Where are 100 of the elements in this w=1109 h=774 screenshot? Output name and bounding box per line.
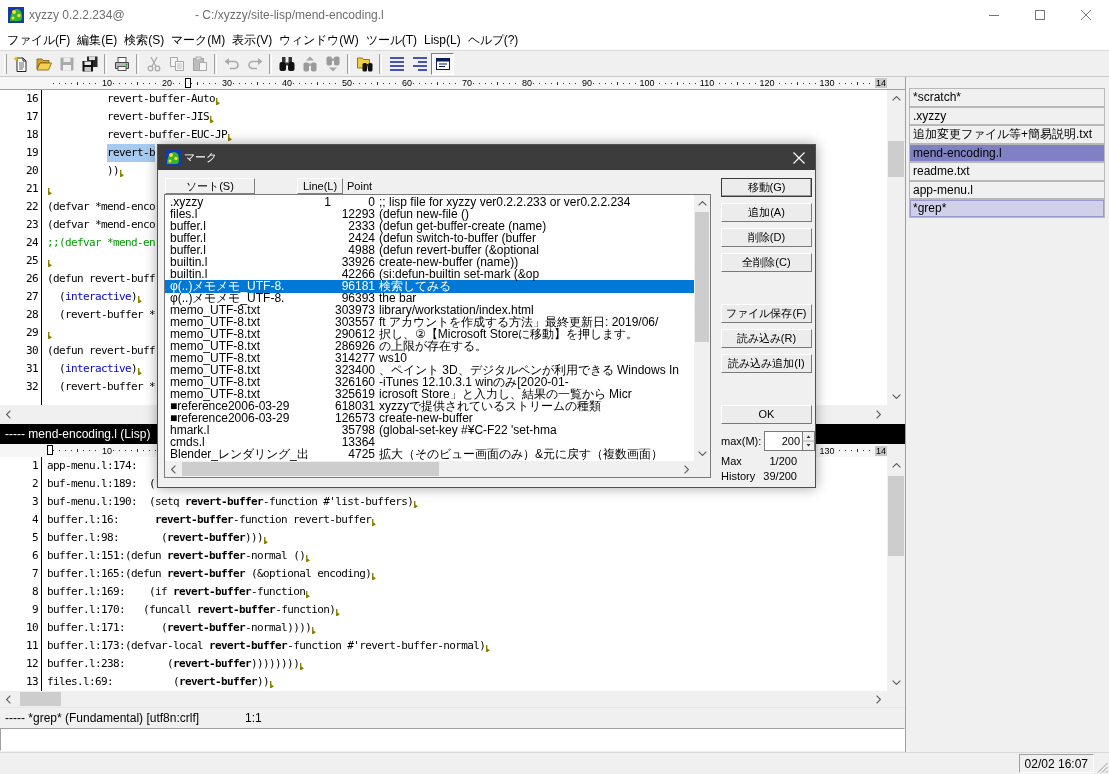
mode-line-text: ----- mend-encoding.l (Lisp) <box>5 427 151 441</box>
mark-list-item[interactable]: φ(..)メモメモ_UTF-8. 96393 the bar <box>165 292 694 304</box>
mark-list-item[interactable]: memo_UTF-8.txt 303557 ft アカウントを作成する方法」最終更新日: 2019/06/ <box>165 316 694 328</box>
code-line: revert-buffer-Auto <box>107 91 216 107</box>
line-number: 31 <box>26 361 38 377</box>
code-line: revert-buffer-JIS <box>107 109 210 125</box>
mark-list-item[interactable]: memo_UTF-8.txt 286926 の上限が存在する。 <box>165 340 694 352</box>
context-text: (defun new-file () <box>379 208 470 220</box>
buffer-name: memo_UTF-8.txt <box>170 364 260 376</box>
point-column-label: Point <box>347 180 373 192</box>
resize-grip-icon[interactable] <box>1097 762 1108 773</box>
point-position: 323400 <box>334 364 375 376</box>
spin-arrows-icon[interactable] <box>802 431 815 451</box>
buffer-tab[interactable]: *grep* <box>909 199 1105 218</box>
line-number: 30 <box>26 343 38 359</box>
max-count-input[interactable]: 200 <box>764 431 802 451</box>
buffer-name: cmds.l <box>170 436 205 448</box>
point-position: 96393 <box>341 292 375 304</box>
scrollbar-thumb[interactable] <box>695 212 709 342</box>
mark-list-item[interactable]: memo_UTF-8.txt 303973 library/workstation/index.html <box>165 304 694 316</box>
minimize-icon[interactable] <box>989 14 999 16</box>
mark-list-item[interactable]: ■reference2006-03-29 618031 xyzzyで提供されているストリームの種類 <box>165 400 694 412</box>
stat-value: 39/200 <box>763 470 797 482</box>
menu-item[interactable]: ヘルプ(?) <box>464 30 522 50</box>
dialog-button[interactable]: 読み込み追加(I) <box>721 354 812 373</box>
menu-item[interactable]: マーク(M) <box>168 30 229 50</box>
buffer-tab[interactable]: 追加変更ファイル等+簡易説明.txt <box>909 125 1105 144</box>
scrollbar-thumb[interactable] <box>888 141 904 177</box>
menu-item[interactable]: ツール(T) <box>362 30 420 50</box>
line-column-button[interactable]: Line(L) <box>297 178 343 194</box>
mark-list-item[interactable]: φ(..)メモメモ_UTF-8. 96181 検索してみる <box>165 280 694 292</box>
vertical-scrollbar[interactable] <box>694 195 710 461</box>
scrollbar-thumb[interactable] <box>182 462 439 476</box>
scrollbar-thumb[interactable] <box>20 692 61 706</box>
file-path: - C:/xyzzy/site-lisp/mend-encoding.l <box>195 8 384 22</box>
mark-list-item[interactable]: memo_UTF-8.txt 326160 -iTunes 12.10.3.1 winのみ[2020-01- <box>165 376 694 388</box>
point-position: 2424 <box>348 232 375 244</box>
buffer-tab[interactable]: *scratch* <box>909 88 1105 107</box>
grep-result-line: buf-menu.l:190: (setq revert-buffer-function #'list-buffers) <box>47 494 414 510</box>
grep-result-line: buffer.l:169: (if revert-buffer-function <box>47 584 306 600</box>
menu-item[interactable]: 編集(E) <box>74 30 121 50</box>
menu-item[interactable]: Lisp(L) <box>421 32 464 48</box>
mark-list-item[interactable]: buffer.l 2333 (defun get-buffer-create (name) <box>165 220 694 232</box>
mark-list-item[interactable]: Blender_レンダリング_出 4725 拡大（そのビュー画面のみ）&元に戻す（複数画面） <box>165 448 694 460</box>
buffer-name: memo_UTF-8.txt <box>170 388 260 400</box>
mark-list-item[interactable]: cmds.l 13364 <box>165 436 694 448</box>
menu-item[interactable]: 表示(V) <box>229 30 276 50</box>
point-position: 303557 <box>334 316 375 328</box>
line-number: 28 <box>26 307 38 323</box>
buffer-name: memo_UTF-8.txt <box>170 376 260 388</box>
context-text: (defun get-buffer-create (name) <box>379 220 547 232</box>
mark-list-item[interactable]: hmark.l 35798 (global-set-key #¥C-F22 'set-hma <box>165 424 694 436</box>
scrollbar-thumb[interactable] <box>888 476 904 556</box>
stat-value: 1/200 <box>769 455 797 467</box>
buffer-name: memo_UTF-8.txt <box>170 352 260 364</box>
dialog-button[interactable]: 削除(D) <box>721 228 812 247</box>
mark-list-item[interactable]: builtin.l 42266 (si:defun-builtin set-mark (&op <box>165 268 694 280</box>
mark-list-item[interactable]: .xyzzy 1 0 ;; lisp file for xyzzy ver0.2.2.233 or ver0.2.2.234 <box>165 196 694 208</box>
dialog-button[interactable]: 追加(A) <box>721 203 812 222</box>
dialog-button[interactable]: 移動(G) <box>721 178 812 197</box>
code-line: (revert-buffer * <box>59 379 156 395</box>
ruler-number: 60 <box>401 78 413 88</box>
dialog-button[interactable]: 読み込み(R) <box>721 329 812 348</box>
context-text: 、ペイント 3D、デジタルペンが利用できる Windows In <box>379 364 680 376</box>
mark-list-item[interactable]: memo_UTF-8.txt 323400 、ペイント 3D、デジタルペンが利用できる Windows In <box>165 364 694 376</box>
dialog-button[interactable]: OK <box>721 405 812 424</box>
context-text: 拡大（そのビュー画面のみ）&元に戻す（複数画面） <box>379 448 663 460</box>
mark-list-item[interactable]: memo_UTF-8.txt 325619 icrosoft Store」と入力し、結果の一覧から Micr <box>165 388 694 400</box>
minibuffer-input[interactable] <box>0 728 905 751</box>
point-position: 13364 <box>341 436 375 448</box>
grep-result-line: buf-menu.l:189: ( <box>47 476 156 492</box>
menu-item[interactable]: 検索(S) <box>121 30 168 50</box>
mark-list-item[interactable]: memo_UTF-8.txt 290612 択し、②【Microsoft Storeに移動】を押します。 <box>165 328 694 340</box>
buffer-name: buffer.l <box>170 220 206 232</box>
mark-list-item[interactable]: files.l 12293 (defun new-file () <box>165 208 694 220</box>
line-number: 17 <box>26 109 38 125</box>
mark-list-item[interactable]: buffer.l 2424 (defun switch-to-buffer (buffer <box>165 232 694 244</box>
mark-list-item[interactable]: builtin.l 33926 create-new-buffer (name)) <box>165 256 694 268</box>
line-number: 6 <box>32 548 38 564</box>
menu-item[interactable]: ウィンドウ(W) <box>276 30 362 50</box>
dialog-button[interactable]: ファイル保存(F) <box>721 304 812 323</box>
buffer-status: ----- *grep* (Fundamental) [utf8n:crlf] <box>5 711 200 725</box>
point-position: 2333 <box>348 220 375 232</box>
stat-label: Max <box>721 455 742 467</box>
maximize-icon[interactable] <box>1035 10 1045 20</box>
dialog-button[interactable]: 全削除(C) <box>721 253 812 272</box>
horizontal-scrollbar[interactable] <box>165 461 694 477</box>
sort-button[interactable]: ソート(S) <box>165 178 255 194</box>
context-text: the bar <box>379 292 417 304</box>
line-number: 26 <box>26 271 38 287</box>
buffer-name: buffer.l <box>170 244 206 256</box>
mark-list-item[interactable]: buffer.l 4988 (defun revert-buffer (&optional <box>165 244 694 256</box>
buffer-tab[interactable]: readme.txt <box>909 162 1105 181</box>
line-number: 19 <box>26 145 38 161</box>
app-icon <box>8 7 24 23</box>
mark-list-item[interactable]: memo_UTF-8.txt 314277 ws10 <box>165 352 694 364</box>
grep-result-line: buffer.l:165:(defun revert-buffer (&optional encoding) <box>47 566 372 582</box>
menu-item[interactable]: ファイル(F) <box>4 30 74 50</box>
mark-list-item[interactable]: ■reference2006-03-29 126573 create-new-buffer <box>165 412 694 424</box>
line-number: 12 <box>26 656 38 672</box>
